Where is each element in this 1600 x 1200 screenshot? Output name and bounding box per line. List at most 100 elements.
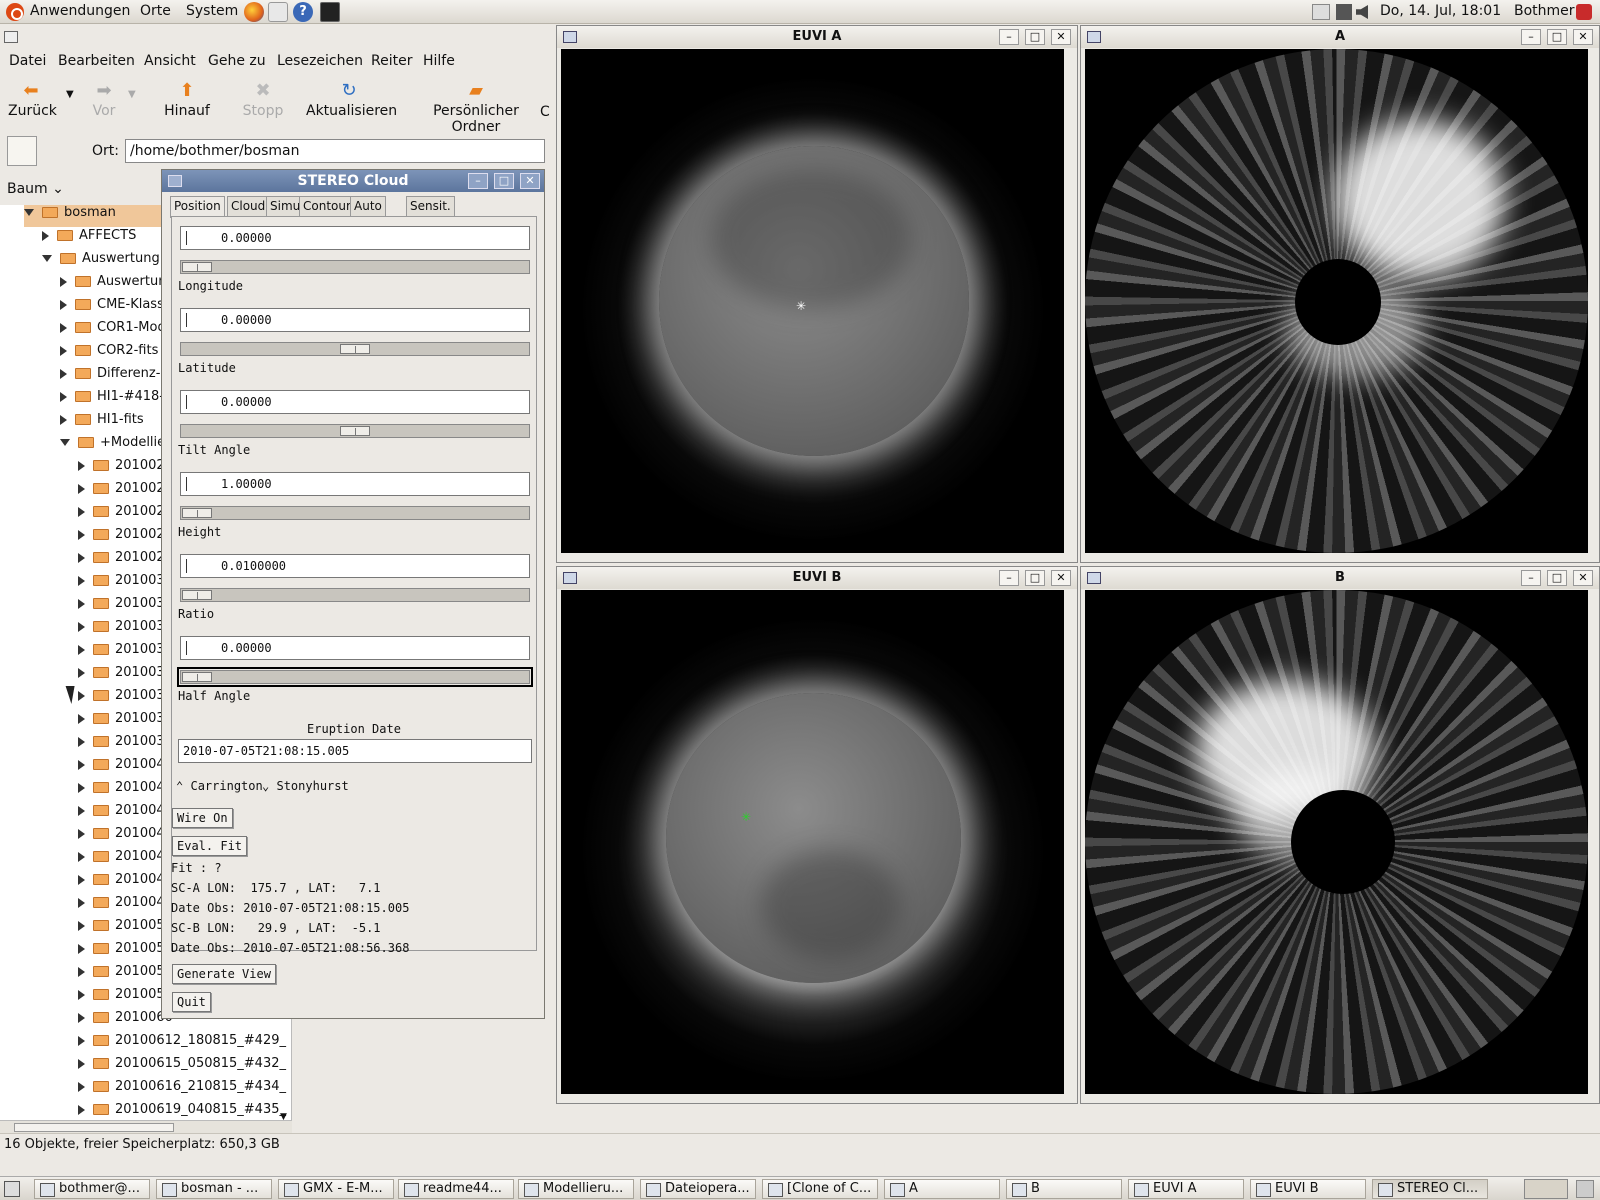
ubuntu-logo-icon[interactable] (6, 3, 24, 21)
tree-row[interactable]: CME-Klasse (60, 297, 172, 319)
expander-closed-icon[interactable] (78, 782, 85, 793)
tree-row[interactable]: COR1-Mode (60, 320, 174, 342)
expander-closed-icon[interactable] (78, 506, 85, 517)
maximize-icon[interactable]: □ (1025, 29, 1045, 45)
tree-row[interactable]: 2010052 (78, 987, 173, 1009)
minimize-icon[interactable]: – (999, 29, 1019, 45)
longitude-input[interactable]: 0.00000 (180, 226, 530, 250)
tree-row[interactable]: HI1-#418-F (60, 389, 171, 411)
expander-closed-icon[interactable] (78, 943, 85, 954)
menu-bearbeiten[interactable]: Bearbeiten (58, 53, 135, 69)
expander-closed-icon[interactable] (78, 483, 85, 494)
expander-closed-icon[interactable] (78, 989, 85, 1000)
tree-row[interactable]: 2010030 (78, 573, 173, 595)
close-icon[interactable]: ✕ (1573, 570, 1593, 586)
quit-button[interactable]: Quit (172, 992, 211, 1012)
expander-closed-icon[interactable] (78, 598, 85, 609)
generate-view-button[interactable]: Generate View (172, 964, 276, 984)
power-icon[interactable] (1576, 4, 1592, 20)
firefox-icon[interactable] (244, 2, 264, 22)
tilt-angle-slider[interactable] (180, 424, 530, 438)
taskbar-button[interactable]: Modellieru... (518, 1179, 634, 1199)
expander-closed-icon[interactable] (78, 575, 85, 586)
reload-button[interactable]: ↻ Aktualisieren (306, 81, 397, 120)
expander-closed-icon[interactable] (78, 920, 85, 931)
slider-thumb[interactable] (340, 426, 370, 436)
menu-places[interactable]: Orte (140, 3, 171, 19)
close-icon[interactable]: ✕ (520, 173, 540, 189)
tree-row[interactable]: Auswertung (60, 274, 175, 296)
latitude-slider[interactable] (180, 342, 530, 356)
expander-open-icon[interactable] (60, 439, 70, 446)
tree-row[interactable]: 2010032 (78, 688, 173, 710)
expander-closed-icon[interactable] (78, 460, 85, 471)
menu-gehe-zu[interactable]: Gehe zu (208, 53, 266, 69)
scroll-down-icon[interactable]: ▼ (280, 1112, 287, 1122)
expander-open-icon[interactable] (24, 209, 34, 216)
height-input[interactable]: 1.00000 (180, 472, 530, 496)
expander-closed-icon[interactable] (78, 552, 85, 563)
minimize-icon[interactable]: – (1521, 570, 1541, 586)
tree-row[interactable]: 2010042 (78, 895, 173, 917)
expander-closed-icon[interactable] (78, 897, 85, 908)
taskbar-button[interactable]: bosman - ... (156, 1179, 272, 1199)
taskbar-button[interactable]: readme44... (398, 1179, 514, 1199)
window-menu-icon[interactable] (563, 31, 577, 43)
tree-row[interactable]: 2010030 (78, 596, 173, 618)
tree-row[interactable]: 2010032 (78, 711, 173, 733)
eval-fit-button[interactable]: Eval. Fit (172, 836, 248, 856)
expander-closed-icon[interactable] (78, 1104, 85, 1115)
tree-row[interactable]: 2010022 (78, 527, 173, 549)
tree-row[interactable]: 2010021 (78, 481, 173, 503)
expander-closed-icon[interactable] (78, 1012, 85, 1023)
tree-row[interactable]: AFFECTS (42, 228, 136, 250)
maximize-icon[interactable]: □ (494, 173, 514, 189)
wire-on-button[interactable]: Wire On (172, 808, 233, 828)
tree-row[interactable]: 2010040 (78, 757, 173, 779)
expander-closed-icon[interactable] (78, 736, 85, 747)
tree-row[interactable]: 2010032 (78, 665, 173, 687)
latitude-input[interactable]: 0.00000 (180, 308, 530, 332)
menu-hilfe[interactable]: Hilfe (423, 53, 455, 69)
tab-cloud[interactable]: Cloud (227, 196, 270, 216)
expander-closed-icon[interactable] (78, 713, 85, 724)
user-menu[interactable]: Bothmer (1514, 3, 1575, 19)
menu-applications[interactable]: Anwendungen (30, 3, 130, 19)
cor-b-image[interactable] (1085, 590, 1588, 1094)
slider-thumb[interactable] (182, 508, 212, 518)
taskbar-button[interactable]: B (1006, 1179, 1122, 1199)
workspace-switcher[interactable] (1524, 1179, 1568, 1199)
expander-closed-icon[interactable] (78, 690, 85, 701)
expander-closed-icon[interactable] (78, 874, 85, 885)
tree-row[interactable]: 2010031 (78, 619, 173, 641)
expander-closed-icon[interactable] (60, 276, 67, 287)
expander-closed-icon[interactable] (78, 621, 85, 632)
keyboard-icon[interactable] (1312, 4, 1330, 20)
expander-closed-icon[interactable] (60, 391, 67, 402)
expander-closed-icon[interactable] (78, 1081, 85, 1092)
trash-icon[interactable] (1576, 1180, 1594, 1198)
expander-closed-icon[interactable] (60, 322, 67, 333)
network-icon[interactable] (1336, 4, 1352, 20)
taskbar-button[interactable]: EUVI A (1128, 1179, 1244, 1199)
menu-datei[interactable]: Datei (9, 53, 46, 69)
taskbar-button[interactable]: [Clone of C... (762, 1179, 878, 1199)
expander-closed-icon[interactable] (42, 230, 49, 241)
forward-button[interactable]: ➡ Vor (88, 81, 120, 120)
mail-icon[interactable] (268, 2, 288, 22)
back-history-chevron-icon[interactable]: ▼ (66, 89, 74, 100)
radio-carrington[interactable]: ⌃ Carrington (176, 779, 263, 793)
tree-row[interactable]: 2010052 (78, 941, 173, 963)
minimize-icon[interactable]: – (999, 570, 1019, 586)
maximize-icon[interactable]: □ (1025, 570, 1045, 586)
tree-row[interactable]: 2010041 (78, 826, 173, 848)
expander-closed-icon[interactable] (78, 966, 85, 977)
toggle-location-editor-icon[interactable] (7, 136, 37, 166)
expander-closed-icon[interactable] (78, 1058, 85, 1069)
window-menu-icon[interactable] (1087, 31, 1101, 43)
tree-row[interactable]: 2010020 (78, 458, 173, 480)
slider-thumb[interactable] (182, 590, 212, 600)
tree-row[interactable]: 2010033 (78, 734, 173, 756)
radio-stonyhurst[interactable]: ⌄ Stonyhurst (262, 779, 349, 793)
euvi-b-image[interactable]: ✳ (561, 590, 1064, 1094)
